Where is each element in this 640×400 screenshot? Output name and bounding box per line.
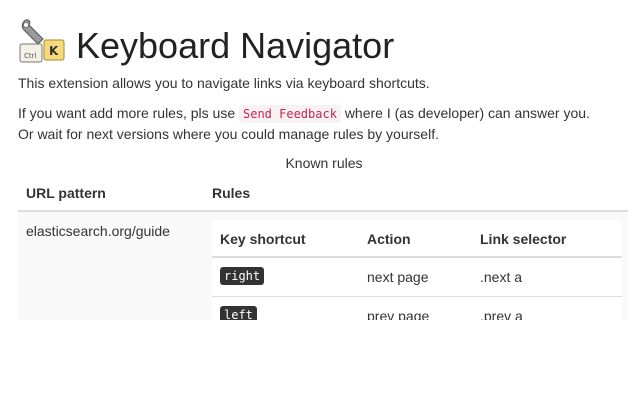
action-cell: next page xyxy=(367,269,429,285)
feedback-line2: Or wait for next versions where you coul… xyxy=(18,126,439,142)
rule-row: left prev page .prev a xyxy=(212,297,622,320)
page-header: Ctrl K Keyboard Navigator xyxy=(18,12,618,66)
page-title: Keyboard Navigator xyxy=(76,25,395,66)
link-selector-cell: .next a xyxy=(480,269,523,285)
url-pattern-cell: elasticsearch.org/guide xyxy=(26,223,170,239)
ctrl-key-label: Ctrl xyxy=(24,52,37,60)
rules-subtable-header: Key shortcut Action Link selector xyxy=(212,220,622,258)
feedback-text-after: where I (as developer) can answer you. xyxy=(344,105,590,121)
feedback-text-before: If you want add more rules, pls use xyxy=(18,105,236,121)
send-feedback-link[interactable]: Send Feedback xyxy=(239,105,341,123)
rule-row: right next page .next a xyxy=(212,258,622,297)
intro-text: This extension allows you to navigate li… xyxy=(18,75,430,91)
rules-caption: Known rules xyxy=(285,155,363,171)
k-key-label: K xyxy=(49,44,59,58)
rules-header: Rules xyxy=(212,185,251,201)
link-selector-cell: .prev a xyxy=(480,308,523,320)
link-selector-header: Link selector xyxy=(480,231,567,247)
action-cell: prev page xyxy=(367,308,430,320)
table-row: elasticsearch.org/guide Key shortcut Act… xyxy=(18,212,628,320)
rules-table-header: URL pattern Rules xyxy=(18,174,628,212)
feedback-paragraph: If you want add more rules, pls use Send… xyxy=(18,103,590,124)
action-header: Action xyxy=(367,231,411,247)
key-shortcut-badge: right xyxy=(220,267,265,285)
key-shortcut-badge: left xyxy=(220,306,257,320)
rules-subtable: Key shortcut Action Link selector right … xyxy=(212,220,622,320)
url-pattern-header: URL pattern xyxy=(26,185,106,201)
wrench-keyboard-icon: Ctrl K xyxy=(19,19,65,63)
key-shortcut-header: Key shortcut xyxy=(220,231,306,247)
